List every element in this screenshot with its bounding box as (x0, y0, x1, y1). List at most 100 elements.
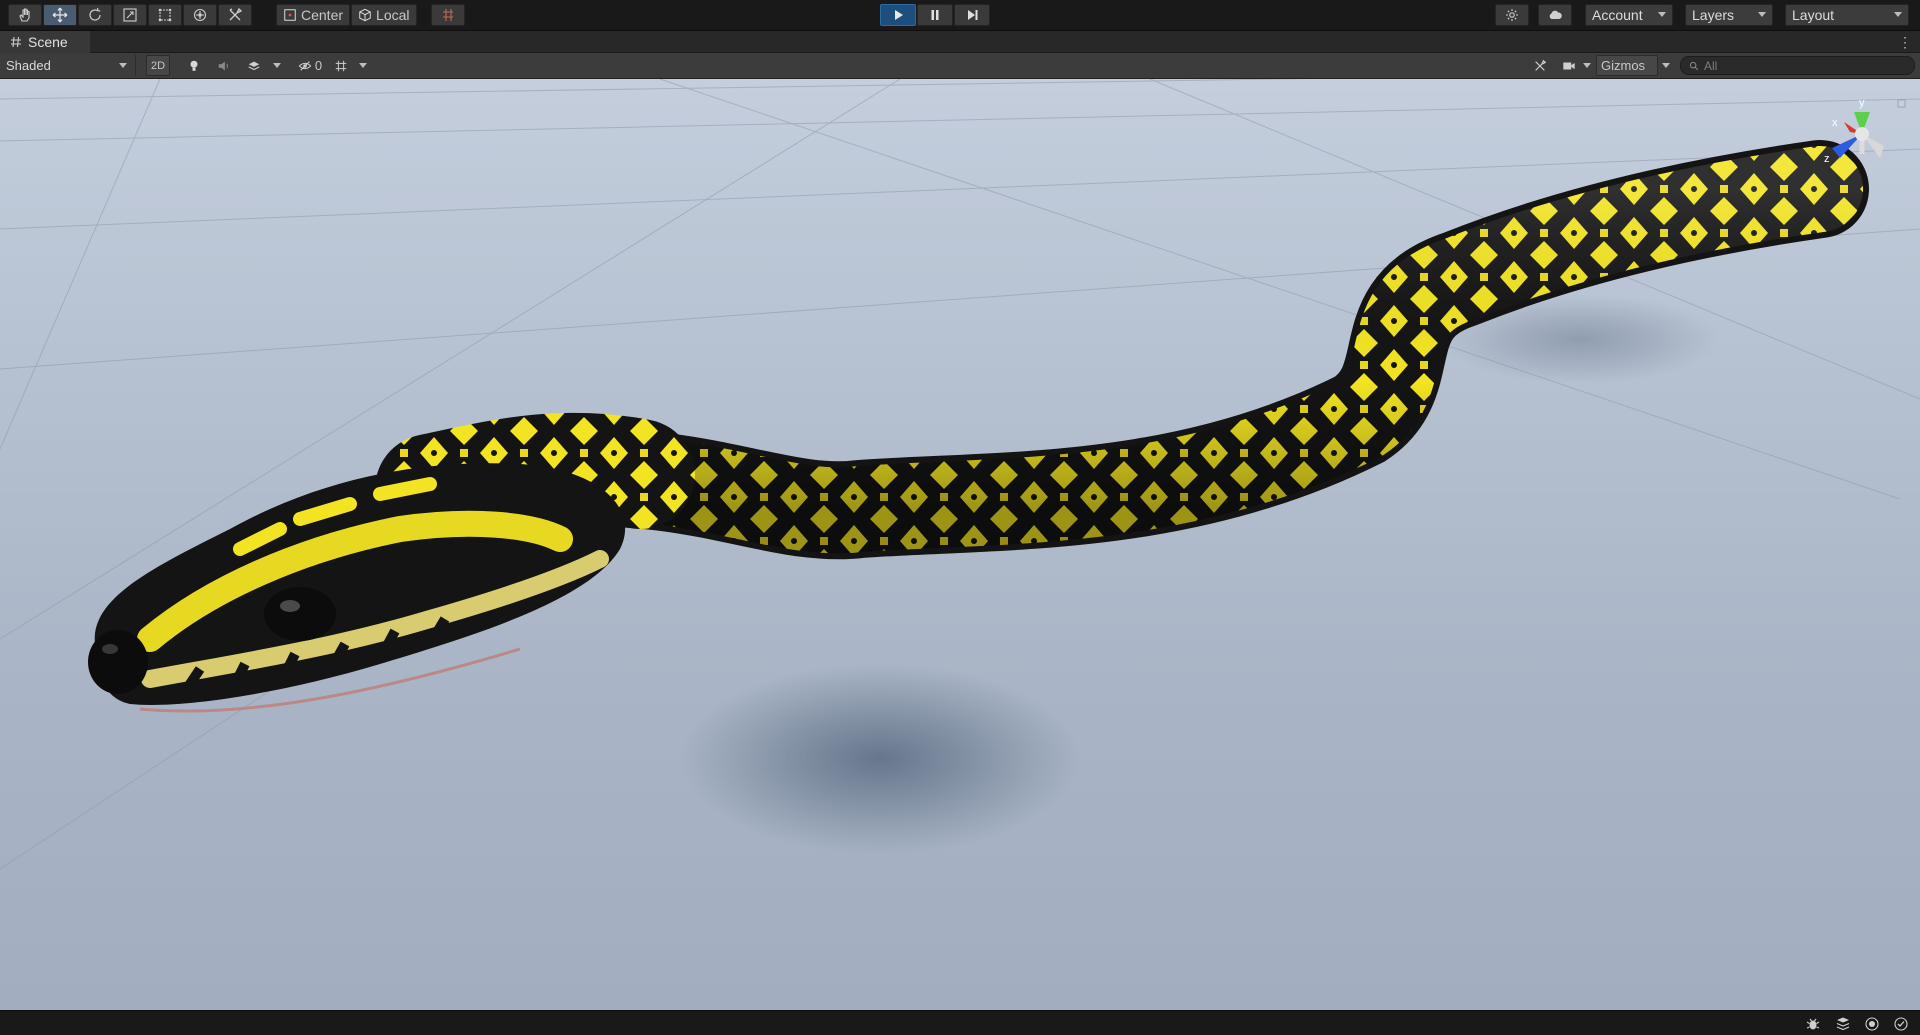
pivot-local-button[interactable]: Local (351, 4, 417, 26)
hidden-count: 0 (314, 58, 323, 73)
transform-tool-button[interactable] (183, 4, 217, 26)
snake-model (88, 140, 1869, 713)
chevron-down-icon (1658, 12, 1666, 17)
grid-toggle-icon (335, 60, 347, 71)
scene-audio-button[interactable] (212, 55, 236, 76)
chevron-down-icon (1662, 63, 1670, 68)
pause-icon (931, 10, 939, 20)
pivot-center-button[interactable]: Center (276, 4, 351, 26)
scale-icon (123, 8, 137, 22)
transform-icon (193, 8, 207, 22)
snap-controls (431, 4, 465, 26)
chevron-down-icon (273, 63, 281, 68)
hand-tool-button[interactable] (8, 4, 42, 26)
sun-settings-icon (1506, 9, 1518, 21)
pivot-center-icon (284, 9, 296, 21)
eye-hidden-icon (298, 60, 312, 71)
grid-visibility-dropdown[interactable] (356, 55, 370, 76)
chevron-down-icon (119, 63, 127, 68)
draw-mode-label: Shaded (6, 58, 51, 73)
custom-tools-icon (229, 7, 243, 21)
scene-tab-bar: Scene ⋮ (0, 31, 1920, 53)
hidden-objects-toggle[interactable]: 0 (292, 55, 328, 76)
services-controls (1495, 4, 1529, 26)
chevron-down-icon (1583, 63, 1591, 68)
step-icon (968, 10, 978, 20)
global-illumination-icon[interactable] (1864, 1016, 1880, 1032)
local-cube-icon (359, 8, 371, 22)
scene-render: y x z (0, 79, 1920, 870)
hand-icon (19, 8, 30, 22)
rotate-icon (89, 7, 101, 21)
play-icon (895, 10, 903, 20)
snake-eye (264, 587, 336, 641)
main-toolbar: Center Local Account Layers Layout (0, 0, 1920, 31)
toggle-2d-label: 2D (150, 59, 166, 72)
rect-tool-button[interactable] (148, 4, 182, 26)
gizmo-y-label: y (1859, 97, 1865, 109)
grid-snap-icon (443, 9, 453, 21)
camera-icon (1563, 62, 1575, 69)
camera-settings-button[interactable] (1558, 55, 1580, 76)
gizmo-x-label: x (1832, 117, 1838, 129)
scene-view-toolbar: Shaded 2D 0 Gizmos All (0, 53, 1920, 79)
move-arrows-icon (52, 7, 68, 23)
cloud-button[interactable] (1538, 4, 1572, 26)
cloud-icon (1549, 10, 1562, 19)
status-bar (0, 1010, 1920, 1035)
scene-effects-dropdown[interactable] (270, 55, 284, 76)
scene-tab-label: Scene (28, 34, 68, 50)
wrench-icon (1535, 59, 1547, 71)
tab-menu-icon[interactable]: ⋮ (1898, 34, 1912, 51)
cloud-controls (1538, 4, 1572, 26)
scene-hash-icon (11, 36, 21, 48)
lighting-services-button[interactable] (1495, 4, 1529, 26)
layers-dropdown[interactable]: Layers (1685, 4, 1773, 26)
scene-effects-button[interactable] (242, 55, 266, 76)
account-label: Account (1592, 7, 1643, 23)
draw-mode-dropdown[interactable]: Shaded (0, 55, 136, 76)
gizmos-button[interactable]: Gizmos (1596, 55, 1658, 76)
chevron-down-icon (1758, 12, 1766, 17)
chevron-down-icon (359, 63, 367, 68)
play-controls (880, 4, 990, 26)
transform-tools (8, 4, 252, 26)
layout-dropdown[interactable]: Layout (1785, 4, 1909, 26)
check-circle-icon[interactable] (1893, 1016, 1909, 1032)
tools-overlay-button[interactable] (1528, 55, 1552, 76)
scene-viewport[interactable]: y x z (0, 79, 1920, 1010)
gizmo-z-label: z (1824, 153, 1830, 165)
grid-snap-button[interactable] (431, 4, 465, 26)
chevron-down-icon (1894, 12, 1902, 17)
play-button[interactable] (880, 4, 916, 26)
grid-visibility-button[interactable] (330, 55, 352, 76)
debug-bug-icon[interactable] (1805, 1016, 1821, 1032)
toggle-2d-button[interactable]: 2D (146, 55, 170, 76)
account-dropdown[interactable]: Account (1585, 4, 1673, 26)
cache-stack-icon[interactable] (1835, 1016, 1851, 1032)
tab-scene[interactable]: Scene (0, 31, 90, 53)
pause-button[interactable] (917, 4, 953, 26)
custom-tool-button[interactable] (218, 4, 252, 26)
step-button[interactable] (954, 4, 990, 26)
pivot-local-label: Local (376, 7, 410, 23)
move-tool-button[interactable] (43, 4, 77, 26)
camera-settings-dropdown[interactable] (1581, 55, 1593, 76)
layers-stack-icon (248, 61, 260, 70)
scene-search-input[interactable]: All (1680, 56, 1915, 75)
speaker-icon (218, 61, 228, 70)
scene-lighting-button[interactable] (182, 55, 206, 76)
layers-label: Layers (1692, 7, 1735, 23)
search-icon (1689, 61, 1699, 70)
gizmo-lock-icon[interactable] (1897, 99, 1906, 108)
search-placeholder: All (1704, 58, 1718, 73)
rotate-tool-button[interactable] (78, 4, 112, 26)
gizmos-label: Gizmos (1601, 58, 1646, 73)
snake-shadow (680, 664, 1080, 854)
pivot-center-label: Center (301, 7, 344, 23)
scale-tool-button[interactable] (113, 4, 147, 26)
rect-transform-icon (158, 8, 172, 22)
pivot-controls: Center Local (276, 4, 417, 26)
light-bulb-icon (190, 60, 198, 71)
gizmos-dropdown[interactable] (1658, 55, 1674, 76)
